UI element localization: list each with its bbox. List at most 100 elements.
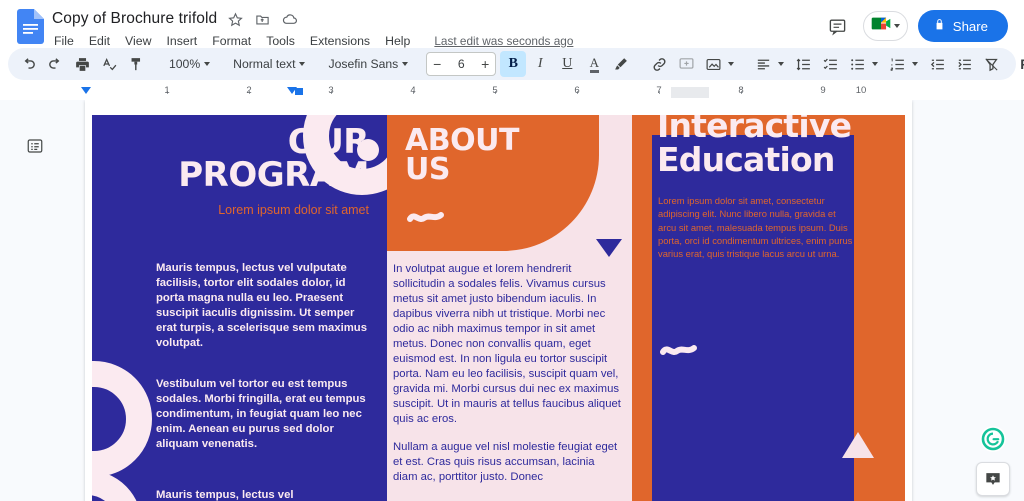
zoom-value: 100% xyxy=(169,57,200,71)
redo-icon[interactable] xyxy=(42,51,68,77)
decor-squiggle-mid xyxy=(407,208,445,226)
highlight-pen-icon[interactable] xyxy=(608,51,634,77)
underline-button[interactable]: U xyxy=(554,51,580,77)
increase-font-size-button[interactable]: + xyxy=(475,53,495,75)
ruler[interactable]: 1 2 3 4 5 6 7 8 9 10 xyxy=(0,84,1024,100)
ruler-number: 1 xyxy=(164,85,169,96)
panel-left-paragraph-1: Mauris tempus, lectus vel vulputate faci… xyxy=(156,261,369,351)
chevron-down-icon xyxy=(402,62,408,66)
brochure-canvas: OUR PROGRAM Lorem ipsum dolor sit amet M… xyxy=(85,115,912,501)
ruler-number: 4 xyxy=(410,85,415,96)
decor-blue-block xyxy=(652,135,854,501)
move-to-folder-icon[interactable] xyxy=(254,11,271,28)
align-left-icon[interactable] xyxy=(750,51,776,77)
line-spacing-icon[interactable] xyxy=(790,51,816,77)
panel-mid-heading: ABOUT US xyxy=(405,127,519,185)
explore-icon[interactable] xyxy=(976,462,1010,496)
chevron-down-icon[interactable] xyxy=(728,62,734,66)
menu-format[interactable]: Format xyxy=(210,33,253,49)
style-value: Normal text xyxy=(233,57,295,71)
bold-button[interactable]: B xyxy=(500,51,526,77)
chevron-down-icon[interactable] xyxy=(778,62,784,66)
undo-icon[interactable] xyxy=(15,51,41,77)
text-color-label: A xyxy=(590,56,599,73)
panel-right-heading-line2: Education xyxy=(657,143,897,177)
ruler-number: 3 xyxy=(328,85,333,96)
font-family-select[interactable]: Josefin Sans xyxy=(320,51,411,77)
outline-rail xyxy=(0,100,68,501)
panel-mid-paragraph-2: Nullam a augue vel nisl molestie feugiat… xyxy=(393,440,622,485)
document-outline-icon[interactable] xyxy=(22,133,48,159)
bold-label: B xyxy=(509,56,518,72)
google-meet-icon xyxy=(870,14,892,38)
chevron-down-icon[interactable] xyxy=(894,24,900,28)
panel-left-heading-line2: PROGRAM xyxy=(92,159,369,192)
document-title[interactable]: Copy of Brochure trifold xyxy=(52,10,217,28)
menu-file[interactable]: File xyxy=(52,33,76,49)
last-edit-status[interactable]: Last edit was seconds ago xyxy=(434,34,573,48)
menu-extensions[interactable]: Extensions xyxy=(308,33,372,49)
decor-squiggle-right xyxy=(660,341,698,359)
lock-icon xyxy=(933,18,946,34)
clear-formatting-icon[interactable] xyxy=(978,51,1004,77)
chevron-down-icon[interactable] xyxy=(872,62,878,66)
star-icon[interactable] xyxy=(227,11,244,28)
paragraph-style-select[interactable]: Normal text xyxy=(225,51,308,77)
print-icon[interactable] xyxy=(69,51,95,77)
share-label: Share xyxy=(953,19,988,34)
menu-help[interactable]: Help xyxy=(383,33,412,49)
panel-left-heading-line1: OUR xyxy=(92,126,369,159)
brochure-panel-right: Interactive Education Lorem ipsum dolor … xyxy=(632,115,905,501)
chevron-down-icon xyxy=(204,62,210,66)
panel-right-paragraph: Lorem ipsum dolor sit amet, consectetur … xyxy=(658,194,853,261)
markup-label: P xyxy=(1020,56,1024,72)
share-button[interactable]: Share xyxy=(918,10,1008,42)
paint-format-icon[interactable] xyxy=(123,51,149,77)
markup-mode-select[interactable]: P xyxy=(1016,51,1024,77)
chevron-down-icon[interactable] xyxy=(912,62,918,66)
right-indent-marker[interactable] xyxy=(295,88,303,95)
menu-view[interactable]: View xyxy=(123,33,153,49)
panel-mid-heading-line2: US xyxy=(405,156,519,185)
ruler-track: 1 2 3 4 5 6 7 8 9 10 xyxy=(85,87,912,98)
formatting-toolbar: 100% Normal text Josefin Sans − 6 + B I … xyxy=(8,48,1016,80)
insert-image-icon[interactable] xyxy=(700,51,726,77)
google-meet-button[interactable] xyxy=(863,11,908,41)
menu-insert[interactable]: Insert xyxy=(164,33,199,49)
document-page[interactable]: OUR PROGRAM Lorem ipsum dolor sit amet M… xyxy=(85,100,912,501)
title-bar: Copy of Brochure trifold File Edit View xyxy=(0,0,1024,48)
decrease-font-size-button[interactable]: − xyxy=(427,53,447,75)
font-size-stepper: − 6 + xyxy=(426,52,496,76)
spellcheck-icon[interactable] xyxy=(96,51,122,77)
google-docs-icon[interactable] xyxy=(14,7,46,45)
bulleted-list-icon[interactable] xyxy=(844,51,870,77)
chevron-down-icon xyxy=(299,62,305,66)
numbered-list-icon[interactable] xyxy=(884,51,910,77)
cloud-saved-icon[interactable] xyxy=(281,11,298,28)
italic-button[interactable]: I xyxy=(527,51,553,77)
grammarly-icon[interactable] xyxy=(980,426,1006,452)
menu-edit[interactable]: Edit xyxy=(87,33,112,49)
ruler-number: 6 xyxy=(574,85,579,96)
panel-right-heading: Interactive Education xyxy=(657,115,897,178)
ruler-number: 5 xyxy=(492,85,497,96)
left-indent-marker[interactable] xyxy=(81,87,91,94)
panel-left-heading: OUR PROGRAM xyxy=(92,126,369,191)
decor-triangle-blue xyxy=(596,239,622,257)
panel-right-heading-line1: Interactive xyxy=(657,115,897,143)
add-comment-icon[interactable] xyxy=(673,51,699,77)
font-size-input[interactable]: 6 xyxy=(447,57,475,71)
increase-indent-icon[interactable] xyxy=(951,51,977,77)
panel-left-subtitle: Lorem ipsum dolor sit amet xyxy=(92,203,369,217)
insert-link-icon[interactable] xyxy=(646,51,672,77)
menu-bar: File Edit View Insert Format Tools Exten… xyxy=(52,31,823,51)
decor-ring-bottomleft xyxy=(92,361,152,477)
zoom-select[interactable]: 100% xyxy=(161,51,213,77)
font-value: Josefin Sans xyxy=(328,57,398,71)
comment-history-icon[interactable] xyxy=(823,11,853,41)
menu-tools[interactable]: Tools xyxy=(264,33,297,49)
document-workspace: OUR PROGRAM Lorem ipsum dolor sit amet M… xyxy=(0,100,1024,501)
text-color-button[interactable]: A xyxy=(581,51,607,77)
checklist-icon[interactable] xyxy=(817,51,843,77)
decrease-indent-icon[interactable] xyxy=(924,51,950,77)
